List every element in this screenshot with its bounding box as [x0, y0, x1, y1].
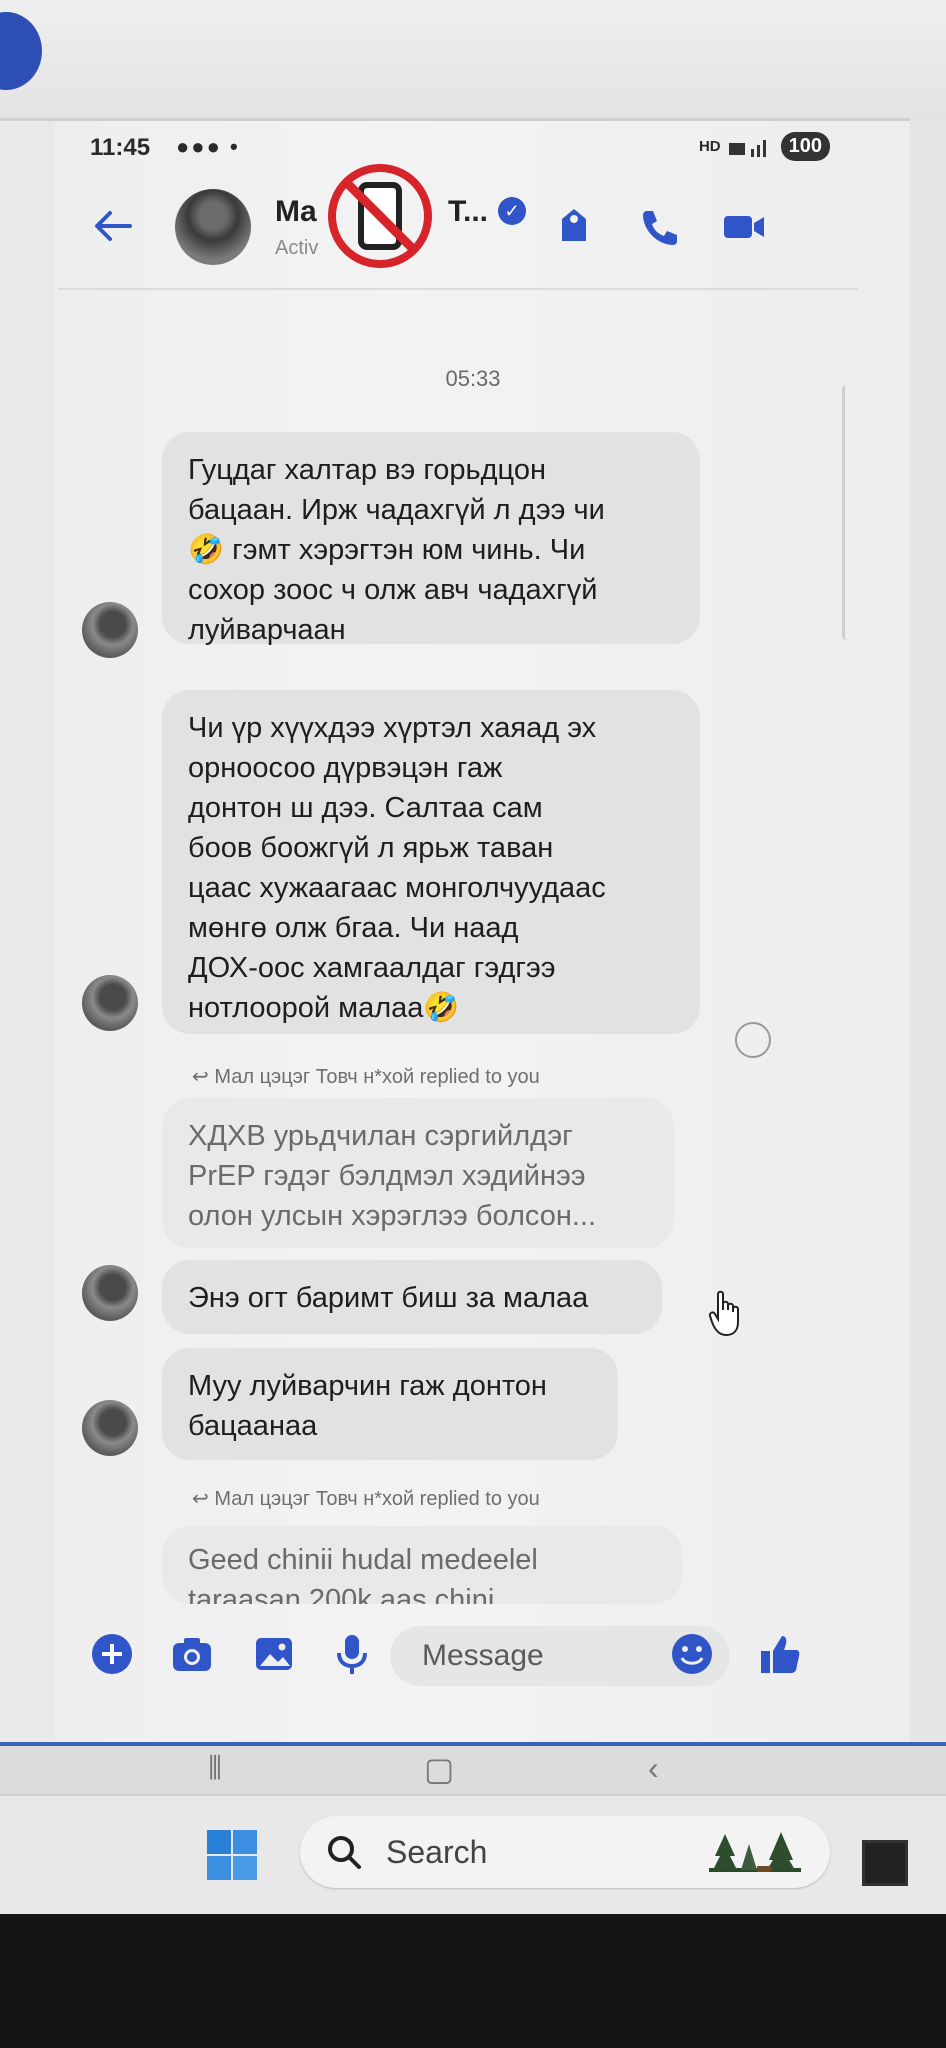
message-line: олон улсын хэрэглээ болсон...	[188, 1200, 597, 1232]
status-bar: 11:45 ●●● • HD 100	[90, 130, 830, 170]
contact-avatar[interactable]	[175, 189, 251, 265]
message-line: сохор зоос ч олж авч чадахгүй	[188, 574, 598, 606]
message-line: Чи үр хүүхдээ хүртэл хаяад эх	[188, 712, 597, 744]
bell-shield-icon[interactable]	[550, 203, 598, 251]
back-arrow-icon[interactable]	[90, 203, 136, 249]
sender-avatar[interactable]	[82, 1400, 138, 1456]
sender-avatar[interactable]	[82, 975, 138, 1031]
message-bubble[interactable]: Энэ огт баримт биш за малаа	[162, 1260, 662, 1334]
battery-indicator: 100	[780, 132, 830, 161]
message-line: бацаанаа	[188, 1410, 318, 1442]
phone-navigation-bar: ⦀ ▢ ‹	[0, 1742, 946, 1796]
message-line: Geed chinii hudal medeelel	[188, 1544, 538, 1576]
message-line: цаас хужаагаас монголчуудаас	[188, 872, 606, 904]
message-line: ДОХ-оос хамгаалдаг гэдгээ	[188, 952, 556, 984]
windows-start-icon[interactable]	[205, 1828, 259, 1882]
message-line: PrEP гэдэг бэлдмэл хэдийнээ	[188, 1160, 586, 1192]
message-status-ring	[735, 1022, 771, 1058]
reply-note-text: Мал цэцэг Товч н*хой replied to you	[214, 1066, 540, 1088]
camera-icon[interactable]	[170, 1632, 214, 1676]
message-line: боов боожгүй л ярьж таван	[188, 832, 554, 864]
recent-apps-icon[interactable]: ⦀	[208, 1750, 222, 1788]
sender-avatar[interactable]	[82, 602, 138, 658]
home-icon[interactable]: ▢	[424, 1750, 454, 1788]
hand-cursor-icon	[708, 1290, 739, 1337]
message-line: ХДХВ урьдчилан сэргийлдэг	[188, 1120, 573, 1152]
phone-call-icon[interactable]	[635, 203, 683, 251]
network-label: HD	[698, 138, 721, 155]
chat-header: Ma T... ✓ Activ	[80, 164, 840, 285]
message-line: луйварчаан	[188, 614, 346, 646]
message-timestamp: 05:33	[445, 366, 501, 391]
message-line: бацаан. Ирж чадахгүй л дээ чи	[188, 494, 605, 526]
message-bubble[interactable]: Гуцдаг халтар вэ горьдцон бацаан. Ирж ча…	[162, 432, 700, 646]
message-bubble[interactable]: Чи үр хүүхдээ хүртэл хаяад эх орноосоо д…	[162, 690, 700, 1034]
search-icon	[328, 1836, 361, 1869]
sender-avatar[interactable]	[82, 1265, 138, 1321]
windows-taskbar: Search	[0, 1794, 946, 1916]
taskbar-app-icon[interactable]	[862, 1840, 908, 1886]
reply-note: ↩ Мал цэцэг Товч н*хой replied to you	[192, 1064, 540, 1089]
gallery-icon[interactable]	[252, 1632, 296, 1676]
verified-badge-icon: ✓	[498, 197, 526, 225]
message-line: Муу луйварчин гаж донтон	[188, 1370, 547, 1402]
message-text: нотлоорой малаа	[188, 992, 424, 1024]
monitor-bezel	[0, 1914, 946, 2048]
laughing-emoji-icon: 🤣	[423, 992, 460, 1024]
reply-arrow-icon: ↩	[192, 1488, 209, 1510]
reply-arrow-icon: ↩	[192, 1066, 209, 1088]
contact-name-end[interactable]: T...	[448, 195, 488, 229]
reply-note: ↩ Мал цэцэг Товч н*хой replied to you	[192, 1486, 540, 1511]
thumbs-up-icon[interactable]	[758, 1632, 802, 1676]
plus-icon[interactable]	[90, 1632, 134, 1676]
message-line: мөнгө олж бгаа. Чи наад	[188, 912, 519, 944]
notification-icons: ●●● •	[176, 134, 240, 159]
message-line: нотлоорой малаа🤣	[188, 988, 674, 1028]
contact-active-status: Activ	[275, 237, 319, 259]
message-line: 🤣 гэмт хэрэгтэн юм чинь. Чи	[188, 530, 674, 570]
signal-icon	[728, 139, 766, 157]
emoji-icon[interactable]	[670, 1632, 714, 1676]
taskbar-search[interactable]: Search	[300, 1816, 830, 1888]
quoted-message[interactable]: ХДХВ урьдчилан сэргийлдэг PrEP гэдэг бэл…	[162, 1098, 674, 1248]
message-line: Энэ огт баримт биш за малаа	[188, 1282, 589, 1314]
microphone-icon[interactable]	[330, 1632, 374, 1676]
desktop-top-strip	[0, 0, 946, 120]
landscape-trees-icon	[709, 1832, 801, 1872]
message-line: Гуцдаг халтар вэ горьдцон	[188, 454, 546, 486]
message-line: донтон ш дээ. Салтаа сам	[188, 792, 543, 824]
scrollbar[interactable]	[842, 385, 853, 640]
status-time: 11:45	[90, 134, 151, 161]
reply-note-text: Мал цэцэг Товч н*хой replied to you	[214, 1488, 540, 1510]
message-line: taraasan 200k aas chini	[188, 1584, 495, 1604]
message-line: орноосоо дүрвэцэн гаж	[188, 752, 503, 784]
status-right: HD 100	[699, 132, 830, 161]
message-composer: Message	[90, 1626, 830, 1686]
quoted-message[interactable]: Geed chinii hudal medeelel taraasan 200k…	[162, 1526, 682, 1604]
contact-name[interactable]: Ma	[275, 195, 317, 229]
search-label: Search	[386, 1834, 488, 1870]
no-phone-sticker-icon	[328, 164, 432, 268]
video-call-icon[interactable]	[720, 203, 768, 251]
message-text: гэмт хэрэгтэн юм чинь. Чи	[232, 534, 586, 566]
header-divider	[58, 288, 858, 290]
back-nav-icon[interactable]: ‹	[648, 1750, 659, 1787]
laughing-emoji-icon: 🤣	[188, 534, 225, 566]
message-bubble[interactable]: Муу луйварчин гаж донтон бацаанаа	[162, 1348, 618, 1460]
